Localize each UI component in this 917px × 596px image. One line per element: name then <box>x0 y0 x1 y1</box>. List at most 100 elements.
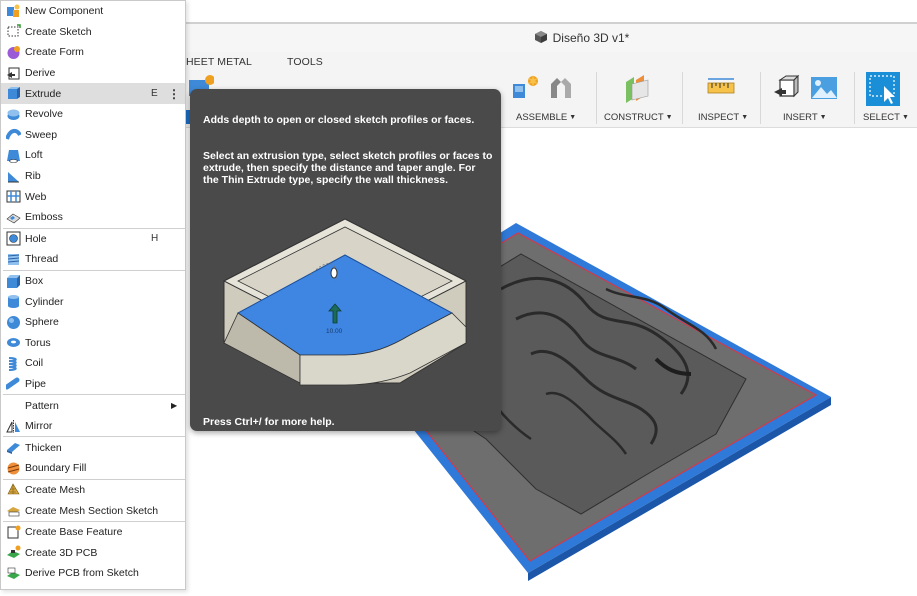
menu-item-label: Hole <box>25 232 47 245</box>
select-label[interactable]: SELECT <box>863 112 900 123</box>
menu-item-label: Sphere <box>25 316 59 329</box>
menu-item-label: Web <box>25 190 47 203</box>
menu-item-label: Create Base Feature <box>25 526 123 539</box>
more-options-icon[interactable]: ⋮ <box>168 87 180 101</box>
construct-group[interactable]: CONSTRUCT ▼ <box>600 74 678 124</box>
document-title-area: Diseño 3D v1* <box>534 30 629 47</box>
inspect-label[interactable]: INSPECT <box>698 112 739 123</box>
submenu-arrow-icon: ▶ <box>171 401 178 411</box>
loft-icon <box>6 148 21 163</box>
box-icon <box>6 274 21 289</box>
torus-icon <box>6 335 21 350</box>
toolbar-separator <box>682 72 683 124</box>
menu-item-extrude[interactable]: Extrude E ⋮ <box>1 83 185 104</box>
menu-item-new-component[interactable]: New Component <box>1 1 185 22</box>
extrude-tooltip: Adds depth to open or closed sketch prof… <box>190 89 501 431</box>
assemble-label[interactable]: ASSEMBLE <box>516 112 567 123</box>
menu-item-hole[interactable]: Hole H <box>1 229 185 250</box>
construct-plane-icon[interactable] <box>622 74 654 109</box>
tab-tools[interactable]: TOOLS <box>287 56 323 68</box>
toolbar-separator <box>760 72 761 124</box>
menu-item-pattern[interactable]: Pattern ▶ <box>1 395 185 416</box>
menu-item-label: Create Mesh Section Sketch <box>25 504 159 517</box>
menu-item-label: Create Mesh <box>25 483 86 496</box>
new-component-icon <box>6 4 21 19</box>
insert-image-icon[interactable] <box>810 74 838 107</box>
create-form-icon <box>6 45 21 60</box>
select-dropdown-caret[interactable]: ▼ <box>902 114 909 121</box>
mesh-section-sketch-icon <box>6 503 21 518</box>
pipe-icon <box>6 376 21 391</box>
menu-item-label: Coil <box>25 357 44 370</box>
menu-item-sphere[interactable]: Sphere <box>1 312 185 333</box>
thread-icon <box>6 252 21 267</box>
assemble-group[interactable]: ASSEMBLE ▼ <box>508 74 578 124</box>
create-sketch-icon <box>6 24 21 39</box>
menu-item-rib[interactable]: Rib <box>1 166 185 187</box>
assemble-dropdown-caret[interactable]: ▼ <box>569 114 576 121</box>
menu-item-loft[interactable]: Loft <box>1 145 185 166</box>
tooltip-description: Select an extrusion type, select sketch … <box>203 150 493 186</box>
menu-item-thicken[interactable]: Thicken <box>1 437 185 458</box>
menu-item-label: Thicken <box>25 441 62 454</box>
menu-item-emboss[interactable]: Emboss <box>1 207 185 228</box>
base-feature-icon <box>6 525 21 540</box>
insert-label[interactable]: INSERT <box>783 112 818 123</box>
insert-group[interactable]: INSERT ▼ <box>764 74 852 124</box>
menu-item-label: Create 3D PCB <box>25 546 98 559</box>
menu-item-label: New Component <box>25 5 104 18</box>
sphere-icon <box>6 315 21 330</box>
menu-item-coil[interactable]: Coil <box>1 353 185 374</box>
tab-sheet-metal[interactable]: HEET METAL <box>186 56 252 68</box>
hole-icon <box>6 231 21 246</box>
thicken-icon <box>6 440 21 455</box>
menu-item-label: Revolve <box>25 108 63 121</box>
create-mesh-icon <box>6 482 21 497</box>
menu-item-create-mesh-section-sketch[interactable]: Create Mesh Section Sketch <box>1 500 185 521</box>
title-bar: Diseño 3D v1* <box>186 24 917 52</box>
menu-item-boundary-fill[interactable]: Boundary Fill <box>1 458 185 479</box>
menu-item-label: Extrude <box>25 87 62 100</box>
tooltip-title: Adds depth to open or closed sketch prof… <box>203 114 475 126</box>
menu-item-derive-pcb-from-sketch[interactable]: Derive PCB from Sketch <box>1 563 185 584</box>
menu-item-web[interactable]: Web <box>1 186 185 207</box>
menu-item-create-mesh[interactable]: Create Mesh <box>1 480 185 501</box>
menu-item-sweep[interactable]: Sweep <box>1 125 185 146</box>
menu-item-derive[interactable]: Derive <box>1 63 185 84</box>
insert-dropdown-caret[interactable]: ▼ <box>820 114 827 121</box>
menu-item-create-sketch[interactable]: Create Sketch <box>1 22 185 43</box>
joint-icon[interactable] <box>547 74 575 107</box>
menu-item-label: Rib <box>25 170 41 183</box>
menu-item-revolve[interactable]: Revolve <box>1 104 185 125</box>
construct-label[interactable]: CONSTRUCT <box>604 112 664 123</box>
measure-icon[interactable] <box>706 74 736 107</box>
create-dropdown-menu: New Component Create Sketch Create Form Der… <box>0 0 186 590</box>
insert-derive-icon[interactable] <box>772 74 800 107</box>
assemble-icon[interactable] <box>511 74 541 107</box>
menu-item-shortcut: E <box>151 88 158 100</box>
menu-item-thread[interactable]: Thread <box>1 249 185 270</box>
menu-item-label: Thread <box>25 253 59 266</box>
construct-dropdown-caret[interactable]: ▼ <box>666 114 673 121</box>
menu-item-label: Pattern <box>25 399 59 412</box>
menu-item-create-base-feature[interactable]: Create Base Feature <box>1 522 185 543</box>
derive-icon <box>6 66 21 81</box>
pcb-3d-icon <box>6 545 21 560</box>
menu-item-torus[interactable]: Torus <box>1 333 185 354</box>
toolbar-separator <box>596 72 597 124</box>
inspect-dropdown-caret[interactable]: ▼ <box>741 114 748 121</box>
menu-item-mirror[interactable]: Mirror <box>1 416 185 437</box>
menu-item-pipe[interactable]: Pipe <box>1 374 185 395</box>
menu-item-cylinder[interactable]: Cylinder <box>1 291 185 312</box>
menu-item-box[interactable]: Box <box>1 271 185 292</box>
select-cursor-icon[interactable] <box>866 72 900 111</box>
select-group[interactable]: SELECT ▼ <box>858 72 916 124</box>
menu-item-label: Cylinder <box>25 295 64 308</box>
menu-item-label: Torus <box>25 336 51 349</box>
mirror-icon <box>6 419 21 434</box>
menu-item-label: Derive PCB from Sketch <box>25 567 139 580</box>
menu-item-create-form[interactable]: Create Form <box>1 42 185 63</box>
inspect-group[interactable]: INSPECT ▼ <box>686 74 756 124</box>
menu-item-create-3d-pcb[interactable]: Create 3D PCB <box>1 542 185 563</box>
extrude-illustration: 10.00 <box>222 218 468 386</box>
